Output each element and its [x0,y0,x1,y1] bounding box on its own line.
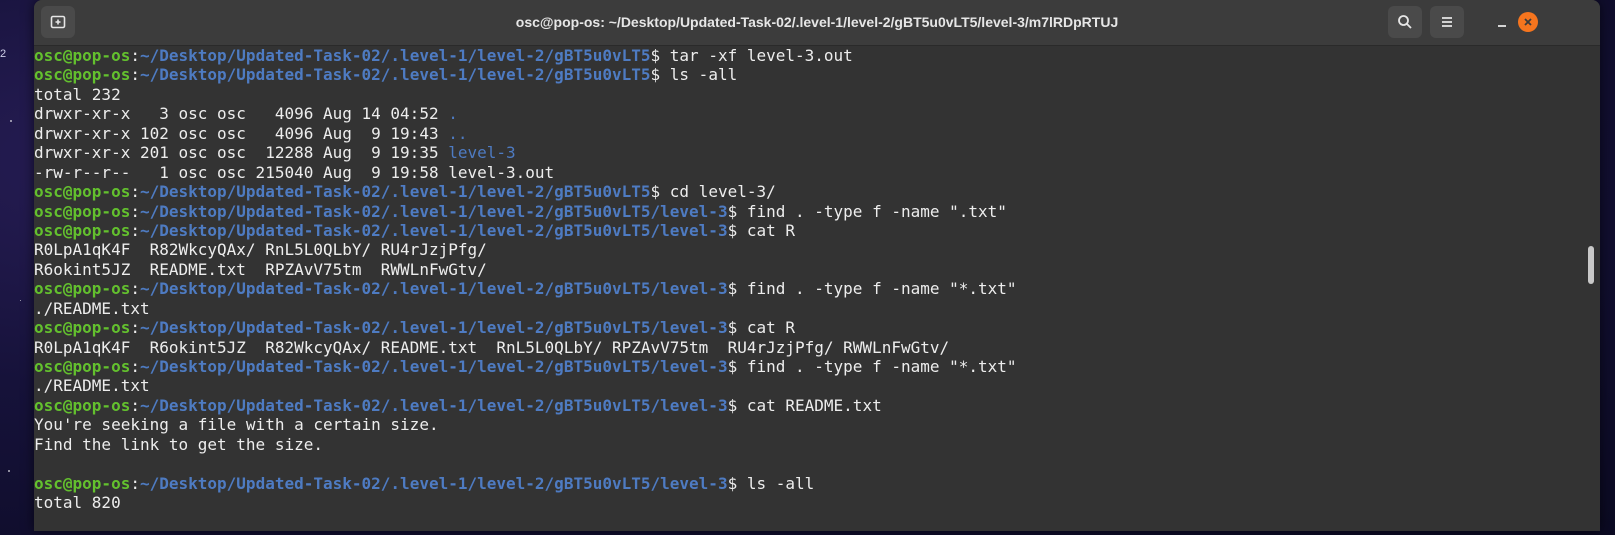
prompt-line: osc@pop-os:~/Desktop/Updated-Task-02/.le… [34,318,1582,337]
search-icon [1398,15,1412,29]
menu-button[interactable] [1430,6,1464,38]
terminal-window: osc@pop-os: ~/Desktop/Updated-Task-02/.l… [34,0,1600,531]
prompt-path: ~/Desktop/Updated-Task-02/.level-1/level… [139,182,651,202]
prompt-user: osc@pop-os [34,318,131,338]
scrollbar-thumb[interactable] [1588,246,1594,284]
prompt-user: osc@pop-os [34,46,131,65]
prompt-separator: : [130,46,140,65]
output-text: ./README.txt [34,298,150,318]
output-line: total 232 [34,85,1582,104]
ls-entry: drwxr-xr-x 102 osc osc 4096 Aug 9 19:43 … [34,124,1582,143]
prompt-separator: : [130,279,140,299]
output-line: ./README.txt [34,299,1582,318]
output-text: Find the link to get the size. [34,434,323,454]
prompt-user: osc@pop-os [34,65,131,85]
ls-directory-name: . [448,104,458,124]
output-text: -rw-r--r-- 1 osc osc 215040 Aug 9 19:58 … [34,162,555,182]
prompt-user: osc@pop-os [34,357,131,376]
prompt-path: ~/Desktop/Updated-Task-02/.level-1/level… [139,357,728,376]
terminal-output[interactable]: osc@pop-os:~/Desktop/Updated-Task-02/.le… [34,46,1582,531]
ls-entry: drwxr-xr-x 201 osc osc 12288 Aug 9 19:35… [34,143,1582,162]
title-bar[interactable]: osc@pop-os: ~/Desktop/Updated-Task-02/.l… [34,0,1600,46]
ls-entry-details: drwxr-xr-x 201 osc osc 12288 Aug 9 19:35 [34,143,449,163]
prompt-line: osc@pop-os:~/Desktop/Updated-Task-02/.le… [34,65,1582,84]
ls-directory-name: .. [448,123,468,143]
prompt-command: $ find . -type f -name "*.txt" [727,357,1017,376]
prompt-line: osc@pop-os:~/Desktop/Updated-Task-02/.le… [34,474,1582,493]
prompt-path: ~/Desktop/Updated-Task-02/.level-1/level… [139,318,728,338]
prompt-command: $ ls -all [727,473,815,493]
minimize-button[interactable] [1490,10,1514,34]
ls-entry-details: drwxr-xr-x 3 osc osc 4096 Aug 14 04:52 [34,104,449,124]
output-text: total 820 [34,493,121,513]
prompt-separator: : [130,395,140,415]
prompt-user: osc@pop-os [34,220,131,240]
prompt-path: ~/Desktop/Updated-Task-02/.level-1/level… [139,279,728,299]
prompt-path: ~/Desktop/Updated-Task-02/.level-1/level… [139,65,651,85]
output-text: You're seeking a file with a certain siz… [34,415,439,435]
prompt-line: osc@pop-os:~/Desktop/Updated-Task-02/.le… [34,357,1582,376]
prompt-separator: : [130,220,140,240]
output-line: total 820 [34,493,1582,512]
prompt-command: $ cd level-3/ [650,182,776,202]
prompt-command: $ find . -type f -name ".txt" [727,201,1007,221]
output-text: R0LpA1qK4F R6okint5JZ R82WkcyQAx/ README… [34,337,950,357]
prompt-path: ~/Desktop/Updated-Task-02/.level-1/level… [139,473,728,493]
output-line: Find the link to get the size. [34,435,1582,454]
window-title: osc@pop-os: ~/Desktop/Updated-Task-02/.l… [515,14,1119,30]
prompt-command: $ tar -xf level-3.out [650,46,853,65]
output-line: R0LpA1qK4F R6okint5JZ R82WkcyQAx/ README… [34,338,1582,357]
prompt-path: ~/Desktop/Updated-Task-02/.level-1/level… [139,220,728,240]
prompt-command: $ cat R [727,318,796,338]
prompt-path: ~/Desktop/Updated-Task-02/.level-1/level… [139,201,728,221]
prompt-line: osc@pop-os:~/Desktop/Updated-Task-02/.le… [34,221,1582,240]
output-line: R0LpA1qK4F R82WkcyQAx/ RnL5L0QLbY/ RU4rJ… [34,240,1582,259]
output-line: You're seeking a file with a certain siz… [34,415,1582,434]
output-line: ./README.txt [34,376,1582,395]
prompt-user: osc@pop-os [34,473,131,493]
prompt-command: $ ls -all [650,65,738,85]
prompt-path: ~/Desktop/Updated-Task-02/.level-1/level… [139,46,651,65]
minimize-icon [1498,25,1506,27]
output-line: R6okint5JZ README.txt RPZAvV75tm RWWLnFw… [34,260,1582,279]
output-text: ./README.txt [34,376,150,396]
prompt-separator: : [130,357,140,376]
prompt-command: $ find . -type f -name "*.txt" [727,279,1017,299]
prompt-user: osc@pop-os [34,279,131,299]
output-text: total 232 [34,84,121,104]
prompt-line: osc@pop-os:~/Desktop/Updated-Task-02/.le… [34,396,1582,415]
output-line: -rw-r--r-- 1 osc osc 215040 Aug 9 19:58 … [34,163,1582,182]
output-text: R0LpA1qK4F R82WkcyQAx/ RnL5L0QLbY/ RU4rJ… [34,240,487,260]
prompt-separator: : [130,318,140,338]
prompt-user: osc@pop-os [34,395,131,415]
prompt-separator: : [130,65,140,85]
scrollbar[interactable] [1582,46,1600,531]
prompt-line: osc@pop-os:~/Desktop/Updated-Task-02/.le… [34,279,1582,298]
background-star [20,300,21,301]
hamburger-menu-icon [1442,17,1452,27]
search-button[interactable] [1388,6,1422,38]
ls-entry: drwxr-xr-x 3 osc osc 4096 Aug 14 04:52 . [34,104,1582,123]
close-button[interactable] [1518,12,1538,32]
ls-directory-name: level-3 [448,143,516,163]
prompt-command: $ cat README.txt [727,395,882,415]
prompt-command: $ cat R [727,220,796,240]
close-icon [1524,18,1532,26]
prompt-line: osc@pop-os:~/Desktop/Updated-Task-02/.le… [34,202,1582,221]
desktop-edge-text: 2 [0,48,7,60]
background-star [8,470,10,472]
ls-entry-details: drwxr-xr-x 102 osc osc 4096 Aug 9 19:43 [34,123,449,143]
prompt-user: osc@pop-os [34,201,131,221]
prompt-separator: : [130,473,140,493]
output-text: R6okint5JZ README.txt RPZAvV75tm RWWLnFw… [34,259,487,279]
prompt-separator: : [130,201,140,221]
prompt-user: osc@pop-os [34,182,131,202]
prompt-path: ~/Desktop/Updated-Task-02/.level-1/level… [139,395,728,415]
prompt-separator: : [130,182,140,202]
prompt-line: osc@pop-os:~/Desktop/Updated-Task-02/.le… [34,46,1582,65]
prompt-line: osc@pop-os:~/Desktop/Updated-Task-02/.le… [34,182,1582,201]
background-star [10,120,12,122]
